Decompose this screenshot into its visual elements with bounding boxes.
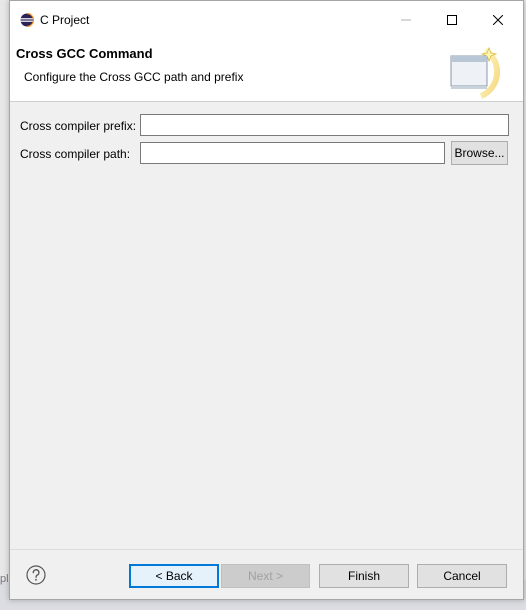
cancel-button[interactable]: Cancel: [417, 564, 507, 588]
cross-compiler-prefix-input[interactable]: [140, 114, 509, 136]
close-button[interactable]: [475, 1, 521, 38]
help-icon[interactable]: [26, 565, 46, 585]
cancel-button-label: Cancel: [443, 569, 481, 583]
close-icon: [493, 14, 503, 25]
window-title: C Project: [40, 13, 90, 27]
path-label: Cross compiler path:: [20, 147, 131, 161]
finish-button-label: Finish: [347, 569, 380, 583]
wizard-banner-icon: [450, 46, 501, 99]
wizard-dialog: C Project Cross GCC Command Configure th…: [9, 0, 524, 600]
minimize-button[interactable]: [383, 1, 429, 38]
maximize-icon: [447, 14, 457, 25]
title-bar[interactable]: C Project: [10, 1, 523, 38]
next-button-label: Next >: [247, 569, 283, 583]
back-button-label: < Back: [155, 569, 193, 583]
page-title: Cross GCC Command: [16, 46, 153, 61]
next-button[interactable]: Next >: [221, 564, 310, 588]
page-description: Configure the Cross GCC path and prefix: [24, 70, 244, 84]
browse-button-label: Browse...: [454, 146, 505, 160]
browse-button[interactable]: Browse...: [451, 141, 508, 165]
eclipse-icon: [20, 13, 34, 27]
finish-button[interactable]: Finish: [319, 564, 409, 588]
footer-separator: [10, 549, 523, 550]
cross-compiler-path-input[interactable]: [140, 142, 445, 164]
prefix-label: Cross compiler prefix:: [20, 119, 137, 133]
wizard-banner: Cross GCC Command Configure the Cross GC…: [10, 38, 523, 102]
minimize-icon: [401, 19, 411, 20]
maximize-button[interactable]: [429, 1, 475, 38]
back-button[interactable]: < Back: [129, 564, 219, 588]
